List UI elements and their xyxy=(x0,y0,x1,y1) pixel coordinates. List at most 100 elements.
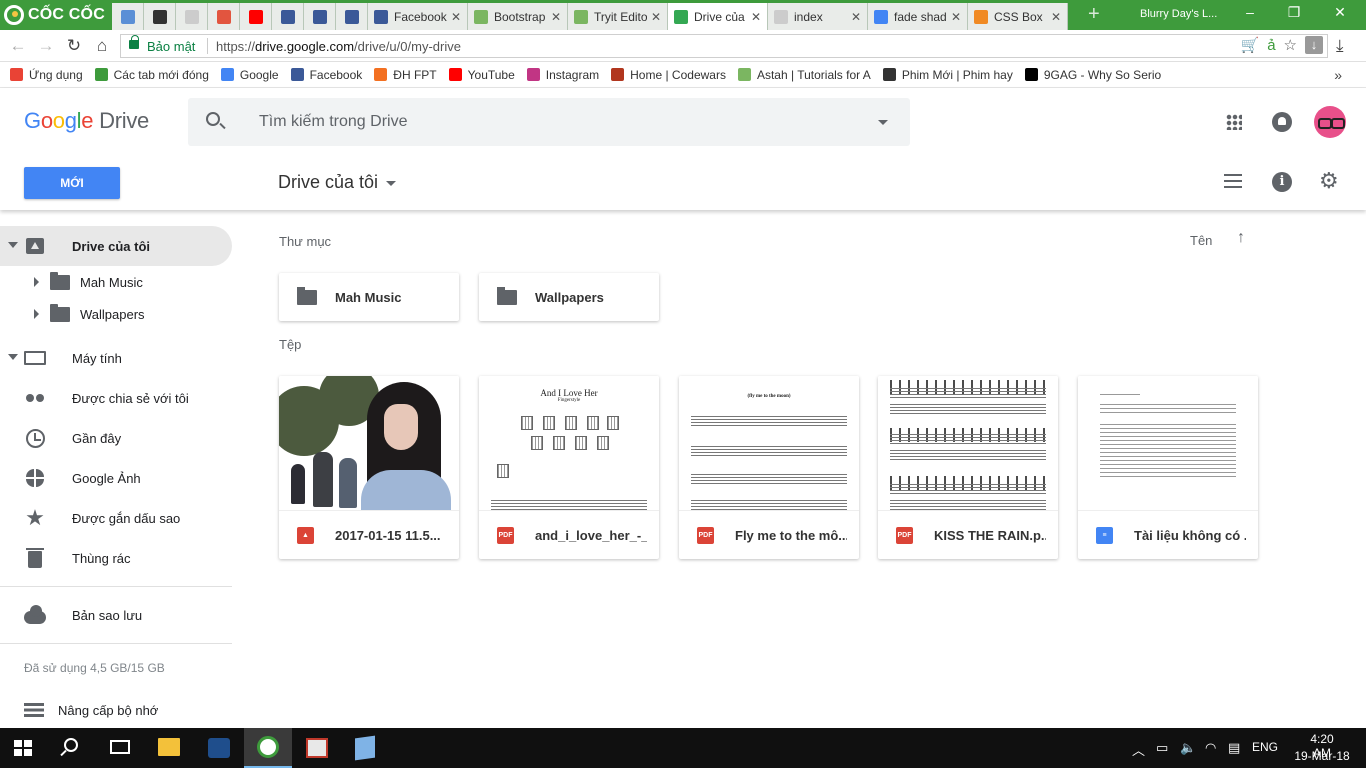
browser-tab[interactable] xyxy=(176,3,208,30)
browser-tab[interactable] xyxy=(272,3,304,30)
back-button[interactable]: ← xyxy=(8,36,28,56)
file-card-fly-me-to-the-moon[interactable]: (fly me to the moon) PDF Fly me to the m… xyxy=(679,376,859,559)
close-tab-icon[interactable]: ✕ xyxy=(451,10,461,24)
sidebar-subfolder-mah-music[interactable]: Mah Music xyxy=(0,266,232,298)
forward-button[interactable]: → xyxy=(36,36,56,56)
coccoc-menu-button[interactable]: CỐC CỐC xyxy=(4,4,105,26)
show-hidden-icons-chevron[interactable]: ︿ xyxy=(1132,740,1145,759)
sidebar-item-starred[interactable]: ★ Được gắn dấu sao xyxy=(0,498,232,538)
sidebar-item-computers[interactable]: Máy tính xyxy=(0,338,232,378)
bookmark-item[interactable]: Google xyxy=(220,68,279,82)
browser-tab[interactable] xyxy=(208,3,240,30)
bookmark-item[interactable]: Các tab mới đóng xyxy=(94,68,209,82)
sort-direction-arrow-icon[interactable]: ↑ xyxy=(1237,229,1245,247)
browser-tab[interactable]: Facebook ✕ xyxy=(368,3,468,30)
gear-icon[interactable]: ⚙ xyxy=(1319,170,1339,192)
app-icon[interactable] xyxy=(208,738,230,758)
browser-tab[interactable]: CSS Box ✕ xyxy=(968,3,1068,30)
sidebar-item-photos[interactable]: Google Ảnh xyxy=(0,458,232,498)
bookmark-item[interactable]: Instagram xyxy=(526,68,599,82)
browser-tab[interactable]: index ✕ xyxy=(768,3,868,30)
google-apps-icon[interactable] xyxy=(1226,114,1242,130)
notifications-bell-icon[interactable] xyxy=(1272,112,1292,132)
expand-arrow-icon[interactable] xyxy=(8,242,18,248)
sidebar-item-trash[interactable]: Thùng rác xyxy=(0,538,232,578)
browser-tab[interactable]: Drive của ✕ xyxy=(668,3,768,30)
file-card-untitled-document[interactable]: ≡ Tài liệu không có ... xyxy=(1078,376,1258,559)
breadcrumb[interactable]: Drive của tôi xyxy=(278,172,397,193)
cart-icon[interactable]: 🛒 xyxy=(1241,36,1260,54)
address-bar[interactable]: Bảo mật https://drive.google.com/drive/u… xyxy=(120,34,1328,58)
expand-arrow-icon[interactable] xyxy=(8,354,18,360)
upgrade-storage-link[interactable]: Nâng cấp bộ nhớ xyxy=(24,700,224,720)
search-icon[interactable] xyxy=(206,112,220,126)
sidebar-item-recent[interactable]: Gần đây xyxy=(0,418,232,458)
close-tab-icon[interactable]: ✕ xyxy=(851,10,861,24)
expand-arrow-icon[interactable] xyxy=(34,309,39,319)
folder-card-wallpapers[interactable]: Wallpapers xyxy=(479,273,659,321)
browser-tab[interactable] xyxy=(336,3,368,30)
close-window-button[interactable]: ✕ xyxy=(1330,4,1350,21)
home-button[interactable]: ⌂ xyxy=(92,36,112,56)
bookmark-item[interactable]: 9GAG - Why So Serio xyxy=(1024,68,1161,82)
box-app-icon[interactable] xyxy=(355,735,375,761)
system-date[interactable]: 19-Mar-18 xyxy=(1290,749,1354,763)
sidebar-item-shared[interactable]: Được chia sẻ với tôi xyxy=(0,378,232,418)
translate-icon[interactable]: ả xyxy=(1267,37,1275,54)
bookmark-item[interactable]: Phim Mới | Phim hay xyxy=(882,68,1013,82)
sort-by-name-button[interactable]: Tên xyxy=(1190,233,1212,248)
bookmark-item[interactable]: Astah | Tutorials for A xyxy=(737,68,871,82)
bookmark-item[interactable]: YouTube xyxy=(448,68,515,82)
list-view-icon[interactable] xyxy=(1224,174,1242,188)
sidebar-item-backups[interactable]: Bản sao lưu xyxy=(0,595,232,635)
browser-tab[interactable] xyxy=(144,3,176,30)
browser-tab[interactable] xyxy=(304,3,336,30)
more-bookmarks-icon[interactable]: » xyxy=(1334,67,1342,83)
download-arrow-icon[interactable]: ↓ xyxy=(1305,36,1323,54)
search-icon[interactable] xyxy=(64,738,78,752)
folder-card-mah-music[interactable]: Mah Music xyxy=(279,273,459,321)
browser-tab[interactable]: Tryit Edito ✕ xyxy=(568,3,668,30)
drive-search-box[interactable]: Tìm kiếm trong Drive xyxy=(188,98,910,146)
url-text[interactable]: https://drive.google.com/drive/u/0/my-dr… xyxy=(216,39,461,54)
file-card-kiss-the-rain[interactable]: PDF KISS THE RAIN.p... xyxy=(878,376,1058,559)
browser-tab[interactable] xyxy=(112,3,144,30)
file-explorer-icon[interactable] xyxy=(158,738,180,756)
sidebar-item-my-drive[interactable]: Drive của tôi xyxy=(0,226,232,266)
action-center-icon[interactable]: ▤ xyxy=(1228,740,1240,756)
new-tab-button[interactable]: + xyxy=(1088,4,1100,24)
bookmark-item[interactable]: ĐH FPT xyxy=(374,68,437,82)
input-language[interactable]: ENG xyxy=(1252,740,1278,754)
reload-button[interactable]: ↻ xyxy=(64,36,84,56)
wifi-icon[interactable]: ◠ xyxy=(1205,740,1216,756)
star-icon[interactable]: ☆ xyxy=(1284,36,1297,54)
volume-icon[interactable]: 🔈 xyxy=(1180,740,1196,756)
close-tab-icon[interactable]: ✕ xyxy=(951,10,961,24)
info-icon[interactable]: i xyxy=(1272,172,1292,192)
minimize-button[interactable]: – xyxy=(1240,4,1260,20)
close-tab-icon[interactable]: ✕ xyxy=(551,10,561,24)
browser-tab[interactable]: Bootstrap ✕ xyxy=(468,3,568,30)
expand-arrow-icon[interactable] xyxy=(34,277,39,287)
search-options-dropdown-icon[interactable] xyxy=(878,120,888,125)
task-view-icon[interactable] xyxy=(110,740,130,754)
new-button[interactable]: MỚI xyxy=(24,167,120,199)
file-card-and-i-love-her[interactable]: And I Love Her Fingerstyle PDF and_i_lov… xyxy=(479,376,659,559)
browser-tab[interactable]: fade shad ✕ xyxy=(868,3,968,30)
battery-icon[interactable]: ▭ xyxy=(1156,740,1168,756)
close-tab-icon[interactable]: ✕ xyxy=(751,10,761,24)
sidebar-subfolder-wallpapers[interactable]: Wallpapers xyxy=(0,298,232,330)
windows-start-icon[interactable] xyxy=(14,740,32,756)
bookmark-item[interactable]: Home | Codewars xyxy=(611,68,726,82)
bookmark-item[interactable]: Ứng dụng xyxy=(10,68,83,82)
close-tab-icon[interactable]: ✕ xyxy=(1051,10,1061,24)
close-tab-icon[interactable]: ✕ xyxy=(651,10,661,24)
browser-tab[interactable] xyxy=(240,3,272,30)
bookmark-item[interactable]: Facebook xyxy=(290,68,362,82)
file-card-photo[interactable]: ▲ 2017-01-15 11.5... xyxy=(279,376,459,559)
account-avatar[interactable] xyxy=(1314,106,1346,138)
downloads-icon[interactable]: ⤓ xyxy=(1336,36,1344,56)
app-icon[interactable] xyxy=(306,738,328,758)
coccoc-taskbar-icon[interactable] xyxy=(257,736,279,758)
maximize-button[interactable]: ❐ xyxy=(1284,4,1304,21)
